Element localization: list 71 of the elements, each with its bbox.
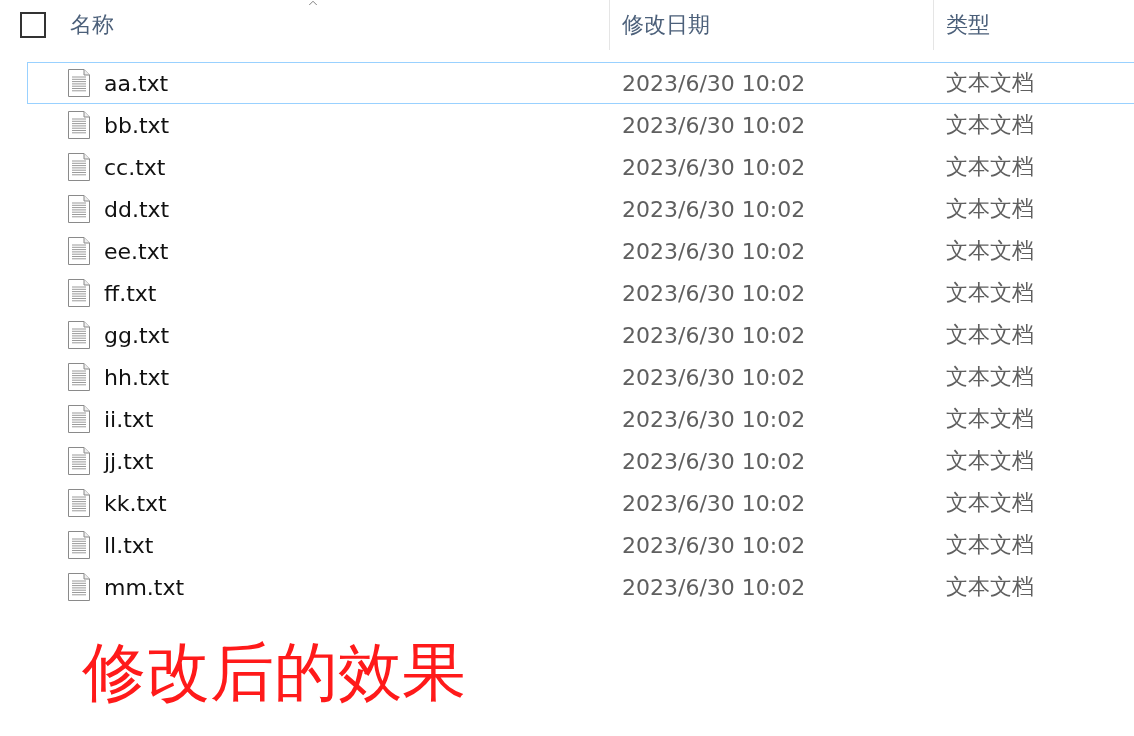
file-row[interactable]: bb.txt 2023/6/30 10:02 文本文档 (27, 104, 1134, 146)
modified-date: 2023/6/30 10:02 (622, 154, 806, 180)
modified-date: 2023/6/30 10:02 (622, 406, 806, 432)
text-file-icon (68, 405, 90, 433)
file-type: 文本文档 (946, 573, 1034, 601)
file-row[interactable]: hh.txt 2023/6/30 10:02 文本文档 (27, 356, 1134, 398)
file-name: ff.txt (104, 280, 157, 306)
column-header[interactable]: 类型 (946, 10, 990, 40)
sort-caret-icon (306, 0, 320, 5)
text-file-icon (68, 153, 90, 181)
file-name: hh.txt (104, 364, 170, 390)
file-name: ii.txt (104, 406, 154, 432)
modified-date: 2023/6/30 10:02 (622, 322, 806, 348)
text-file-icon (68, 69, 90, 97)
file-name: cc.txt (104, 154, 166, 180)
modified-date: 2023/6/30 10:02 (622, 448, 806, 474)
file-type: 文本文档 (946, 531, 1034, 559)
file-row[interactable]: aa.txt 2023/6/30 10:02 文本文档 (27, 62, 1134, 104)
file-name: gg.txt (104, 322, 170, 348)
file-row[interactable]: ee.txt 2023/6/30 10:02 文本文档 (27, 230, 1134, 272)
text-file-icon (68, 111, 90, 139)
file-row[interactable]: kk.txt 2023/6/30 10:02 文本文档 (27, 482, 1134, 524)
file-row[interactable]: ff.txt 2023/6/30 10:02 文本文档 (27, 272, 1134, 314)
file-type: 文本文档 (946, 69, 1034, 97)
file-type: 文本文档 (946, 111, 1034, 139)
modified-date: 2023/6/30 10:02 (622, 70, 806, 96)
text-file-icon (68, 195, 90, 223)
file-row[interactable]: dd.txt 2023/6/30 10:02 文本文档 (27, 188, 1134, 230)
column-header[interactable]: 名称 (70, 10, 114, 40)
modified-date: 2023/6/30 10:02 (622, 280, 806, 306)
modified-date: 2023/6/30 10:02 (622, 532, 806, 558)
text-file-icon (68, 573, 90, 601)
text-file-icon (68, 489, 90, 517)
modified-date: 2023/6/30 10:02 (622, 574, 806, 600)
file-type: 文本文档 (946, 447, 1034, 475)
file-type: 文本文档 (946, 321, 1034, 349)
text-file-icon (68, 531, 90, 559)
modified-date: 2023/6/30 10:02 (622, 112, 806, 138)
file-name: kk.txt (104, 490, 167, 516)
file-row[interactable]: mm.txt 2023/6/30 10:02 文本文档 (27, 566, 1134, 608)
file-row[interactable]: ll.txt 2023/6/30 10:02 文本文档 (27, 524, 1134, 566)
text-file-icon (68, 321, 90, 349)
file-name: mm.txt (104, 574, 185, 600)
file-name: aa.txt (104, 70, 169, 96)
modified-date: 2023/6/30 10:02 (622, 196, 806, 222)
text-file-icon (68, 363, 90, 391)
file-name: bb.txt (104, 112, 170, 138)
text-file-icon (68, 237, 90, 265)
file-type: 文本文档 (946, 153, 1034, 181)
file-name: dd.txt (104, 196, 170, 222)
modified-date: 2023/6/30 10:02 (622, 238, 806, 264)
file-row[interactable]: cc.txt 2023/6/30 10:02 文本文档 (27, 146, 1134, 188)
file-row[interactable]: jj.txt 2023/6/30 10:02 文本文档 (27, 440, 1134, 482)
caption-text: 修改后的效果 (82, 634, 466, 711)
file-type: 文本文档 (946, 489, 1034, 517)
file-name: ee.txt (104, 238, 169, 264)
file-type: 文本文档 (946, 363, 1034, 391)
column-header[interactable]: 修改日期 (622, 10, 710, 40)
file-type: 文本文档 (946, 405, 1034, 433)
file-type: 文本文档 (946, 237, 1034, 265)
file-row[interactable]: ii.txt 2023/6/30 10:02 文本文档 (27, 398, 1134, 440)
text-file-icon (68, 447, 90, 475)
file-type: 文本文档 (946, 279, 1034, 307)
modified-date: 2023/6/30 10:02 (622, 490, 806, 516)
text-file-icon (68, 279, 90, 307)
file-type: 文本文档 (946, 195, 1034, 223)
file-name: jj.txt (104, 448, 154, 474)
file-row[interactable]: gg.txt 2023/6/30 10:02 文本文档 (27, 314, 1134, 356)
select-all-checkbox[interactable] (20, 12, 46, 38)
modified-date: 2023/6/30 10:02 (622, 364, 806, 390)
file-name: ll.txt (104, 532, 154, 558)
